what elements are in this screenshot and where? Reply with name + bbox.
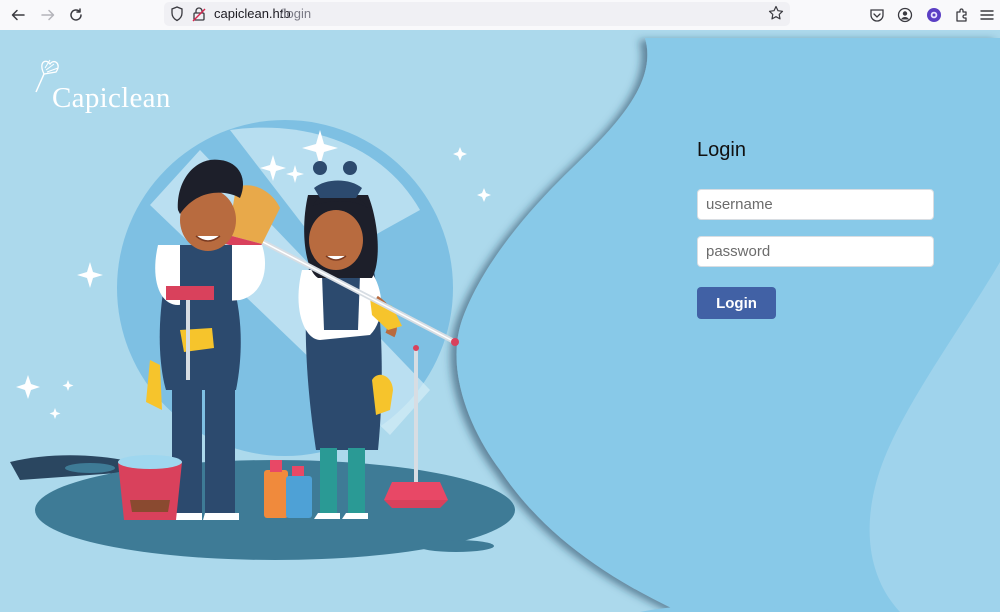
url-path: /login <box>280 6 312 21</box>
login-button[interactable]: Login <box>697 287 776 319</box>
shield-icon[interactable] <box>170 6 184 27</box>
forward-icon[interactable] <box>38 5 58 25</box>
extension-icon[interactable] <box>925 6 943 24</box>
page-viewport: Capiclean Login Login <box>0 30 1000 612</box>
pocket-icon[interactable] <box>868 6 886 24</box>
url-bar[interactable]: capiclean.htb /login <box>164 2 790 26</box>
background-illustration <box>0 30 1000 612</box>
bucket-prop <box>118 455 182 520</box>
menu-icon[interactable] <box>978 6 996 24</box>
reload-icon[interactable] <box>66 5 86 25</box>
back-icon[interactable] <box>8 5 28 25</box>
puzzle-icon[interactable] <box>953 6 971 24</box>
username-input[interactable] <box>697 189 934 220</box>
browser-toolbar: capiclean.htb /login <box>0 0 1000 31</box>
brand-name: Capiclean <box>52 82 171 114</box>
lock-icon[interactable] <box>192 6 206 27</box>
login-title: Login <box>697 139 746 161</box>
password-input[interactable] <box>697 236 934 267</box>
duster-logo-icon <box>35 59 59 93</box>
star-icon[interactable] <box>768 5 784 26</box>
account-icon[interactable] <box>896 6 914 24</box>
brand-logo: Capiclean <box>35 59 171 115</box>
